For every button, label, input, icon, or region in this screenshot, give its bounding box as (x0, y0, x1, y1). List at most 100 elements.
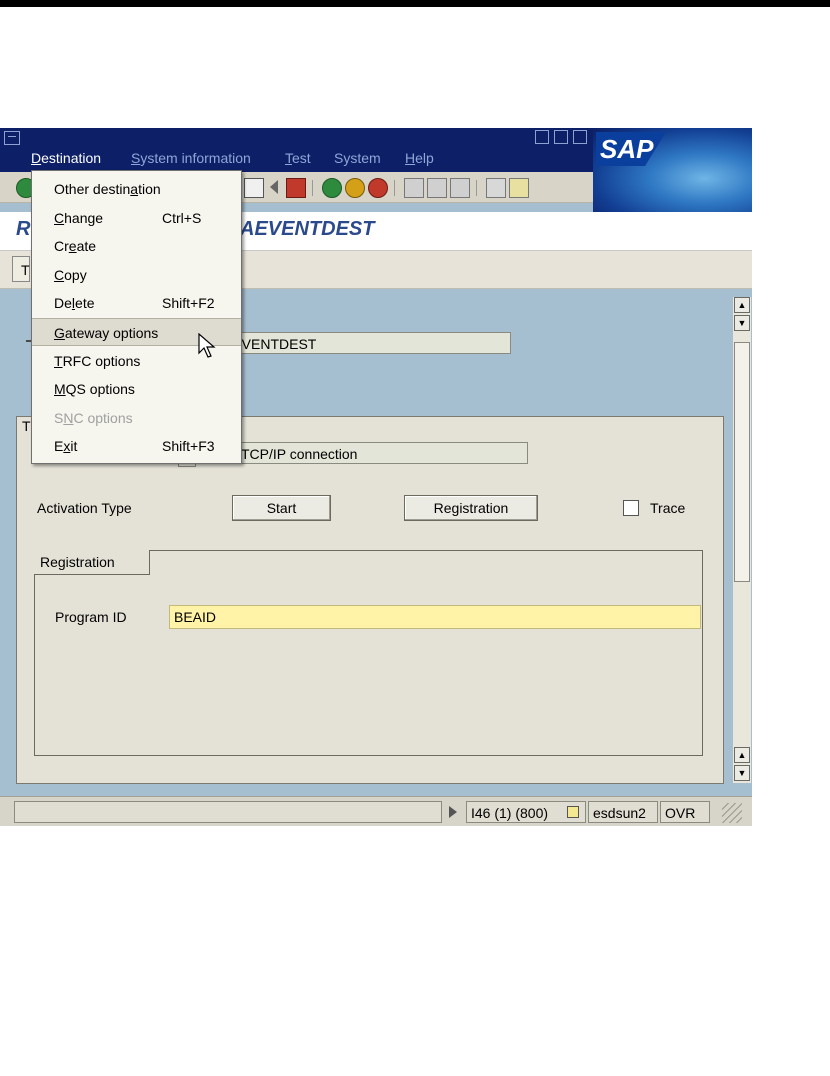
menu-item-label-text: opy (64, 266, 87, 283)
menu-item-shortcut: Ctrl+S (162, 209, 202, 226)
find-next-icon[interactable] (450, 178, 470, 198)
menu-item-label-text: ateway options (64, 325, 159, 341)
system-info-toggle-icon[interactable] (567, 806, 579, 818)
menu-item-label: Exit (54, 432, 77, 460)
back-icon[interactable] (322, 178, 342, 198)
menu-item-label-text: E (54, 438, 64, 455)
destination-menu-item[interactable]: Other destination (32, 175, 241, 203)
command-field-history-icon[interactable] (244, 178, 264, 198)
menu-item-label: TRFC options (54, 347, 140, 375)
menu-item-label: Create (54, 232, 96, 260)
trace-label: Trace (650, 500, 686, 516)
window-menu-icon[interactable] (4, 131, 20, 145)
exit-icon[interactable] (345, 178, 365, 198)
menu-destination-accel: D (31, 150, 42, 166)
menu-item-label-text: ete (75, 295, 95, 312)
menu-system-label: System (334, 150, 381, 166)
close-icon[interactable] (573, 130, 587, 144)
menu-item-label-text: C options (73, 409, 133, 426)
minimize-icon[interactable] (535, 130, 549, 144)
scroll-up-icon[interactable]: ▲ (734, 297, 750, 313)
menu-destination[interactable]: Destination (31, 150, 101, 166)
menu-item-label-text: ate (76, 238, 97, 255)
registration-radio-button[interactable]: Registration (404, 495, 538, 521)
menu-system[interactable]: System (334, 150, 381, 166)
destination-menu-item: SNC options (32, 404, 241, 432)
start-radio-button[interactable]: Start (232, 495, 331, 521)
mouse-cursor-icon (198, 333, 216, 358)
technical-settings-group-label-fragment: T (22, 418, 31, 434)
destination-menu-item[interactable]: Copy (32, 261, 241, 289)
program-id-field[interactable]: BEAID (169, 605, 701, 629)
create-session-icon[interactable] (486, 178, 506, 198)
destination-menu-item[interactable]: Create (32, 232, 241, 260)
menu-help[interactable]: Help (405, 150, 434, 166)
menu-item-label-text: Cr (54, 238, 69, 255)
destination-menu-item[interactable]: Exit Shift+F3 (32, 432, 241, 460)
menu-item-accelerator: C (54, 266, 65, 283)
menu-test-label: est (292, 150, 311, 166)
connection-type-description: TCP/IP connection (232, 442, 528, 464)
menu-item-accelerator: T (54, 352, 63, 369)
menu-item-label-text: S (54, 409, 64, 426)
test-connection-button[interactable]: T (12, 256, 30, 282)
menu-item-label: Change (54, 204, 103, 232)
menu-test-accel: T (285, 150, 292, 166)
menu-item-label-text: Other destin (54, 181, 131, 197)
trace-checkbox[interactable] (623, 500, 639, 516)
menu-item-accelerator: a (130, 181, 139, 197)
activation-type-label: Activation Type (37, 500, 132, 516)
vertical-scrollbar[interactable]: ▲ ▼ ▲ ▼ (733, 297, 751, 783)
status-message-area (14, 801, 442, 823)
menu-item-label: Delete (54, 289, 95, 317)
menu-destination-label: estination (41, 150, 102, 166)
destination-menu: Other destination Change Ctrl+S Create Copy D… (31, 170, 242, 464)
save-icon[interactable] (286, 178, 306, 198)
menu-item-label: Gateway options (54, 319, 158, 347)
menu-item-accelerator: e (68, 238, 77, 255)
menu-item-label-text: De (54, 295, 72, 312)
toolbar-separator (476, 180, 477, 196)
menu-item-accelerator: M (54, 381, 66, 398)
menu-item-label: SNC options (54, 404, 133, 432)
page-up-icon[interactable]: ▼ (734, 315, 750, 331)
destination-menu-item[interactable]: Delete Shift+F2 (32, 289, 241, 317)
menu-help-accel: H (405, 150, 416, 166)
menu-item-label-text: QS options (65, 381, 135, 398)
scrollbar-thumb[interactable] (734, 342, 750, 582)
menu-item-accelerator: G (54, 325, 65, 341)
menu-item-label: Copy (54, 261, 87, 289)
toolbar-separator (312, 180, 313, 196)
menu-item-shortcut: Shift+F2 (162, 295, 215, 312)
menu-item-accelerator: N (63, 409, 74, 426)
destination-menu-item[interactable]: MQS options (32, 375, 241, 403)
status-bar: I46 (1) (800) esdsun2 OVR (0, 796, 752, 826)
menu-item-label-text: tion (138, 181, 161, 197)
status-expand-icon[interactable] (449, 806, 457, 818)
find-icon[interactable] (427, 178, 447, 198)
back-arrow-icon[interactable] (270, 180, 278, 194)
destination-menu-item[interactable]: Change Ctrl+S (32, 204, 241, 232)
menu-item-label-text: it (70, 438, 78, 455)
menu-item-label-text: hange (64, 209, 104, 226)
menu-system-information-accel: S (131, 150, 141, 166)
registration-group (34, 550, 703, 756)
page-title: AEVENTDEST (240, 218, 375, 240)
print-icon[interactable] (404, 178, 424, 198)
menu-system-information[interactable]: System information (131, 150, 251, 166)
top-rule (0, 0, 830, 7)
insert-mode[interactable]: OVR (660, 801, 710, 823)
page-title-prefix: R (16, 218, 31, 240)
menu-item-label: MQS options (54, 375, 135, 403)
page-down-icon[interactable]: ▲ (734, 747, 750, 763)
menu-help-label: elp (415, 150, 434, 166)
maximize-icon[interactable] (554, 130, 568, 144)
scroll-down-icon[interactable]: ▼ (734, 765, 750, 781)
cancel-icon[interactable] (368, 178, 388, 198)
resize-grip-icon[interactable] (722, 803, 742, 823)
menu-item-accelerator: C (54, 209, 65, 226)
registration-group-label: Registration (40, 554, 115, 570)
generate-shortcut-icon[interactable] (509, 178, 529, 198)
menu-test[interactable]: Test (285, 150, 311, 166)
rfc-destination-field[interactable]: AEVENTDEST (214, 332, 511, 354)
